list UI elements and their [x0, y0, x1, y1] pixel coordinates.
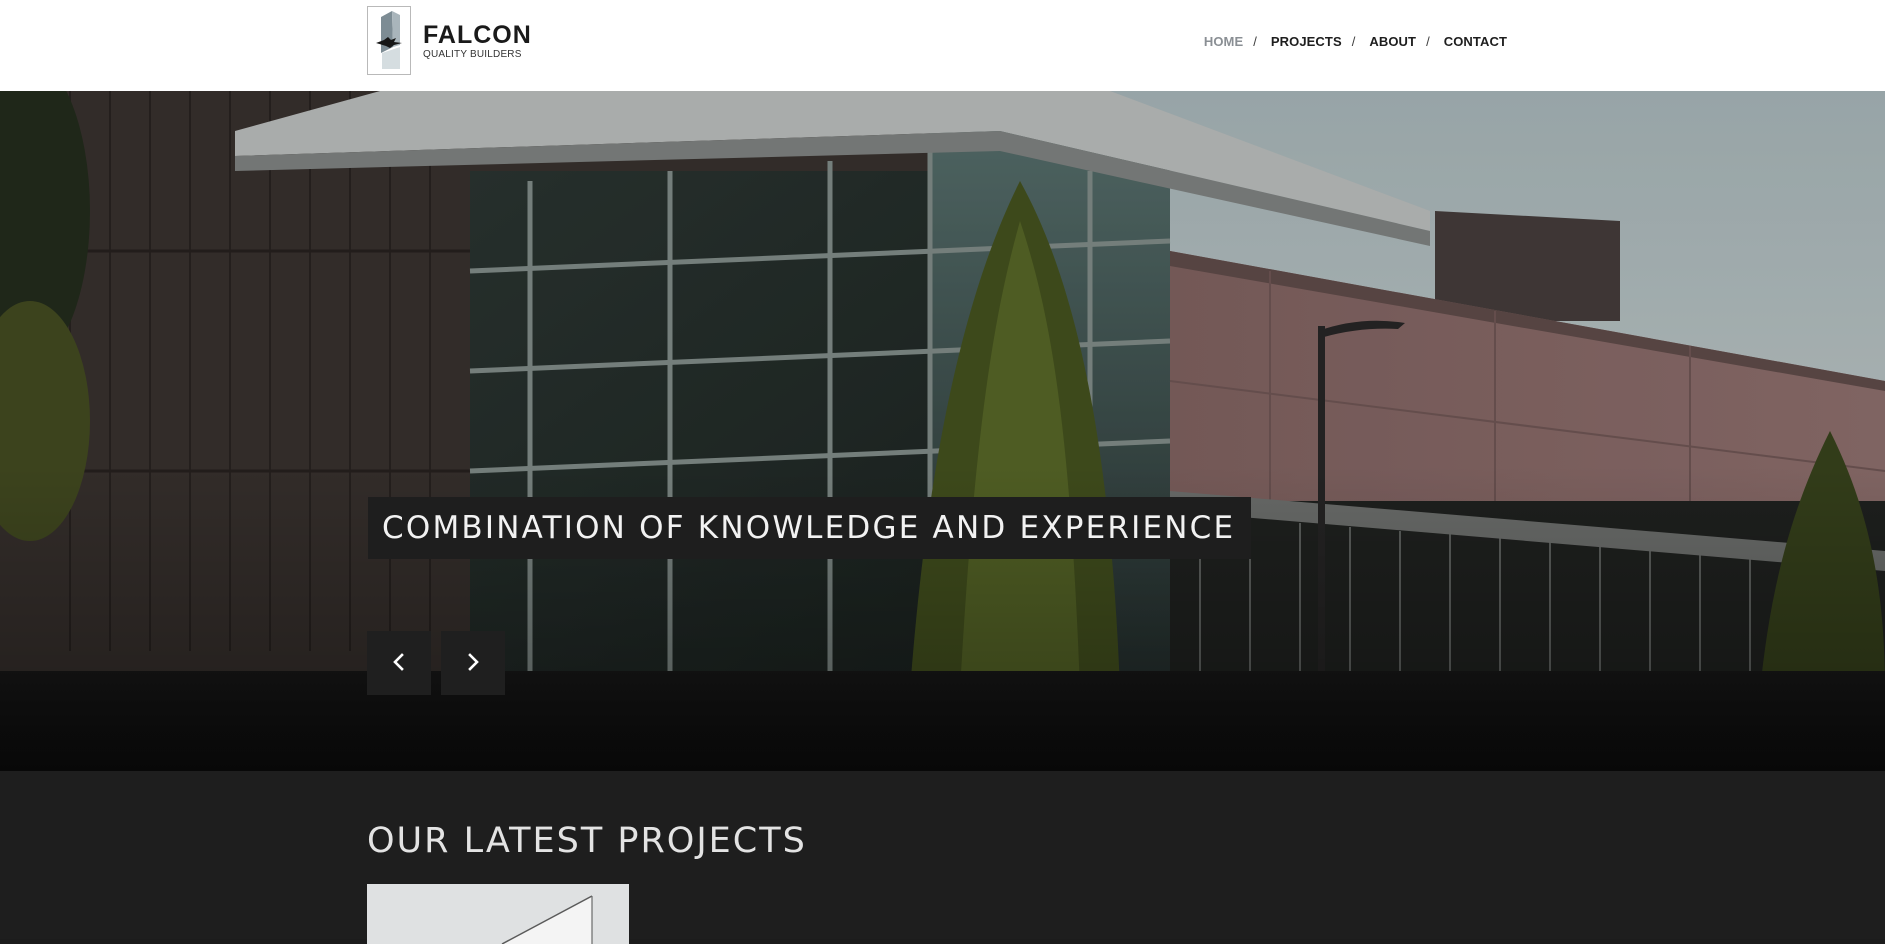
site-header: FALCON QUALITY BUILDERS HOME / PROJECTS …	[0, 0, 1885, 91]
chevron-right-icon	[465, 652, 481, 675]
brand-tagline: QUALITY BUILDERS	[423, 49, 522, 60]
chevron-left-icon	[391, 652, 407, 675]
hero-caption-box: COMBINATION OF KNOWLEDGE AND EXPERIENCE	[368, 497, 1252, 559]
nav-item-home[interactable]: HOME	[1204, 34, 1243, 49]
nav-item-about[interactable]: ABOUT	[1369, 34, 1416, 49]
nav-separator: /	[1253, 34, 1257, 49]
brand-name: FALCON	[423, 21, 532, 49]
latest-projects-section: OUR LATEST PROJECTS	[0, 771, 1885, 944]
nav-item-projects[interactable]: PROJECTS	[1271, 34, 1342, 49]
falcon-logo-icon	[367, 6, 411, 75]
slider-prev-button[interactable]	[367, 631, 431, 695]
hero-slider: COMBINATION OF KNOWLEDGE AND EXPERIENCE	[0, 91, 1885, 771]
project-thumbnail-image	[367, 884, 629, 944]
hero-caption: COMBINATION OF KNOWLEDGE AND EXPERIENCE	[382, 510, 1236, 546]
section-title: OUR LATEST PROJECTS	[367, 821, 807, 861]
slider-next-button[interactable]	[441, 631, 505, 695]
nav-item-contact[interactable]: CONTACT	[1444, 34, 1507, 49]
main-navigation: HOME / PROJECTS / ABOUT / CONTACT	[1204, 34, 1507, 49]
nav-separator: /	[1426, 34, 1430, 49]
hero-overlay	[0, 91, 1885, 771]
nav-separator: /	[1351, 34, 1356, 49]
brand-logo-link[interactable]: FALCON QUALITY BUILDERS	[367, 6, 532, 76]
project-card[interactable]	[367, 884, 629, 944]
